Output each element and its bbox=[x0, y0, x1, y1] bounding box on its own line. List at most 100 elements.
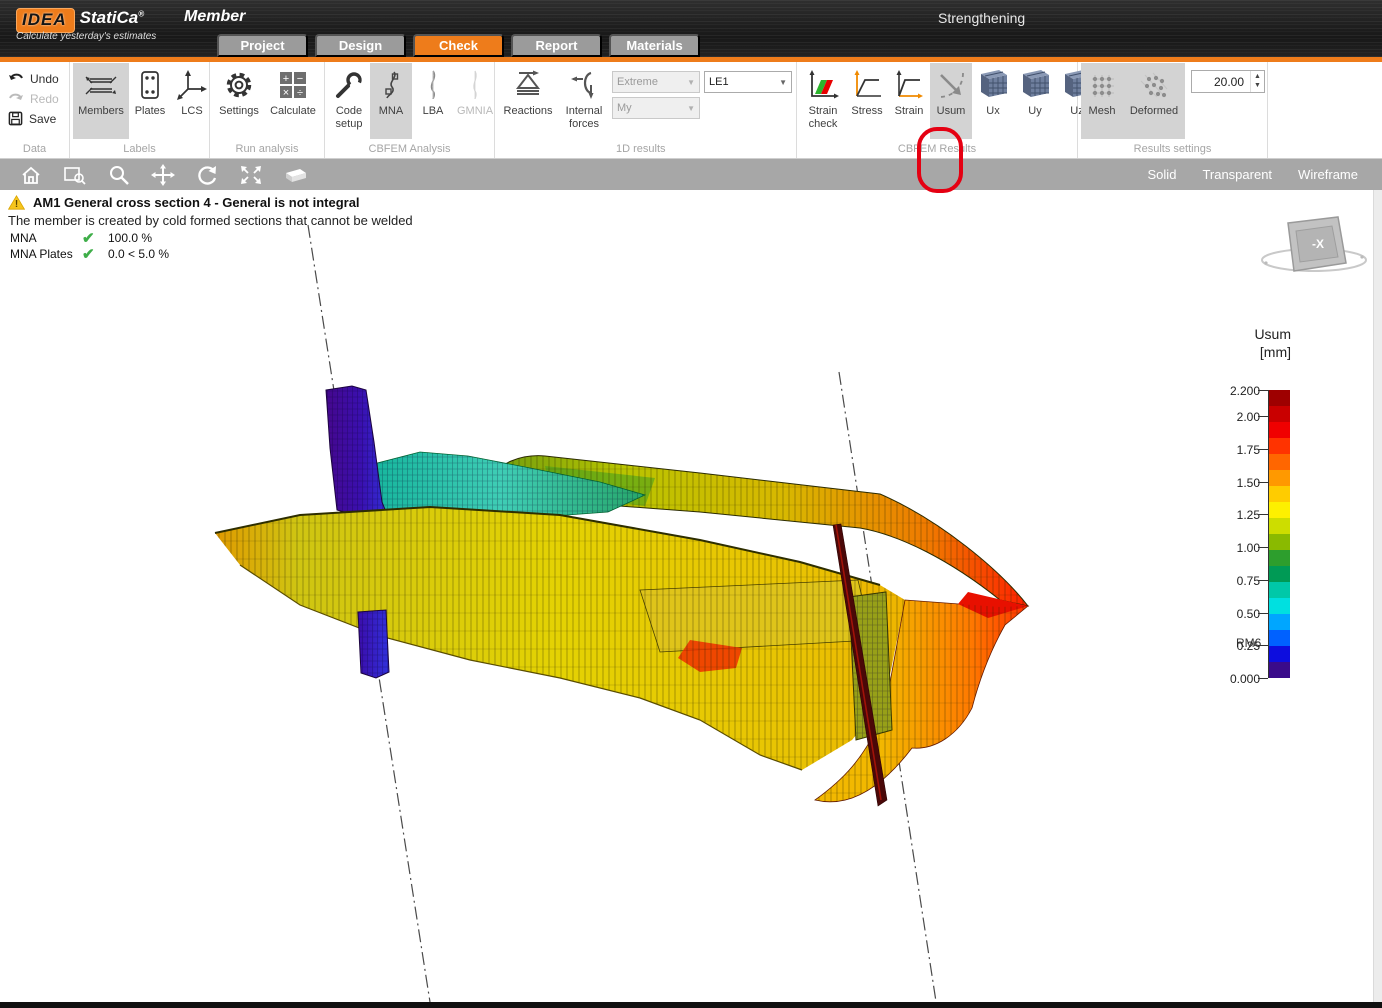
redo-button[interactable]: Redo bbox=[5, 89, 62, 108]
svg-text:×: × bbox=[283, 87, 289, 99]
scale-tick-mark bbox=[1258, 645, 1268, 646]
uy-button[interactable]: Uy bbox=[1014, 63, 1056, 139]
group-label-run-analysis: Run analysis bbox=[213, 142, 321, 158]
scale-color-segment bbox=[1269, 486, 1290, 502]
chevron-down-icon: ▼ bbox=[687, 78, 695, 87]
mesh-button[interactable]: Mesh bbox=[1081, 63, 1123, 139]
scale-tick-mark bbox=[1258, 613, 1268, 614]
my-dropdown[interactable]: My▼ bbox=[612, 97, 700, 119]
save-icon bbox=[8, 111, 23, 126]
stepper-up-icon[interactable]: ▲ bbox=[1254, 73, 1261, 81]
scale-color-segment bbox=[1269, 662, 1290, 678]
tab-design[interactable]: Design bbox=[315, 34, 406, 57]
scale-color-segment bbox=[1269, 470, 1290, 486]
internal-forces-button[interactable]: Internal forces bbox=[558, 63, 610, 139]
undo-button[interactable]: Undo bbox=[5, 69, 62, 88]
zoom-fit-button[interactable] bbox=[234, 162, 268, 188]
chevron-down-icon: ▼ bbox=[687, 104, 695, 113]
scale-color-segment bbox=[1269, 566, 1290, 582]
group-label-data: Data bbox=[3, 142, 66, 158]
calculate-icon: +−×÷ bbox=[278, 65, 308, 105]
lcs-button[interactable]: LCS bbox=[171, 63, 213, 139]
pan-button[interactable] bbox=[146, 162, 180, 188]
strain-icon bbox=[894, 65, 924, 105]
result-value: 0.0 < 5.0 % bbox=[108, 247, 169, 261]
tab-project[interactable]: Project bbox=[217, 34, 308, 57]
home-view-button[interactable] bbox=[14, 162, 48, 188]
stepper-down-icon[interactable]: ▼ bbox=[1254, 82, 1261, 90]
gmnia-icon bbox=[468, 65, 482, 105]
group-label-cbfem-analysis: CBFEM Analysis bbox=[328, 142, 491, 158]
plates-button[interactable]: Plates bbox=[129, 63, 171, 139]
stress-button[interactable]: Stress bbox=[846, 63, 888, 139]
load-case-dropdown[interactable]: LE1▼ bbox=[704, 71, 792, 93]
uy-label: Uy bbox=[1028, 105, 1041, 118]
save-label: Save bbox=[29, 112, 56, 126]
strain-button[interactable]: Strain bbox=[888, 63, 930, 139]
usum-icon bbox=[935, 65, 967, 105]
render-mode-solid[interactable]: Solid bbox=[1148, 167, 1177, 182]
project-name: Strengthening bbox=[938, 10, 1025, 26]
tab-check[interactable]: Check bbox=[413, 34, 504, 57]
calculate-button[interactable]: +−×÷ Calculate bbox=[265, 63, 321, 139]
fem-model-3d-view[interactable] bbox=[0, 190, 1382, 1002]
lba-button[interactable]: LBA bbox=[412, 63, 454, 139]
scale-color-segment bbox=[1269, 646, 1290, 662]
scale-color-segment bbox=[1269, 630, 1290, 646]
svg-text:÷: ÷ bbox=[297, 87, 303, 99]
deformed-scale-stepper[interactable]: 20.00 ▲▼ bbox=[1191, 70, 1265, 93]
wrench-icon bbox=[334, 65, 364, 105]
mesh-label: Mesh bbox=[1089, 105, 1116, 118]
group-label-labels: Labels bbox=[73, 142, 206, 158]
scale-color-segment bbox=[1269, 438, 1290, 454]
extreme-dropdown[interactable]: Extreme▼ bbox=[612, 71, 700, 93]
code-setup-button[interactable]: Code setup bbox=[328, 63, 370, 139]
internal-forces-label: Internal forces bbox=[562, 105, 606, 130]
members-button[interactable]: Members bbox=[73, 63, 129, 139]
reactions-button[interactable]: Reactions bbox=[498, 63, 558, 139]
settings-button[interactable]: Settings bbox=[213, 63, 265, 139]
app-logo: IDEA StatiCa® bbox=[16, 8, 144, 33]
members-icon bbox=[83, 65, 119, 105]
cube-face-label: -X bbox=[1312, 237, 1324, 251]
lcs-icon bbox=[176, 65, 208, 105]
scale-color-segment bbox=[1269, 502, 1290, 518]
scale-color-segment bbox=[1269, 582, 1290, 598]
render-mode-wireframe[interactable]: Wireframe bbox=[1298, 167, 1358, 182]
scale-color-segment bbox=[1269, 422, 1290, 438]
scale-color-segment bbox=[1269, 454, 1290, 470]
gmnia-button[interactable]: GMNIA bbox=[454, 63, 496, 139]
mna-button[interactable]: MNA bbox=[370, 63, 412, 139]
group-label-1d-results: 1D results bbox=[498, 142, 793, 158]
section-box-button[interactable] bbox=[278, 162, 312, 188]
scale-tick-mark bbox=[1258, 547, 1268, 548]
zoom-window-button[interactable] bbox=[58, 162, 92, 188]
ribbon-group-1d-results: Reactions Internal forces Extreme▼ My▼ L… bbox=[495, 62, 797, 158]
deformed-scale-value: 20.00 bbox=[1192, 75, 1250, 89]
render-mode-transparent[interactable]: Transparent bbox=[1202, 167, 1272, 182]
rotate-button[interactable] bbox=[190, 162, 224, 188]
scale-color-segment bbox=[1269, 406, 1290, 422]
tab-materials[interactable]: Materials bbox=[609, 34, 700, 57]
ribbon-group-run-analysis: Settings +−×÷ Calculate Run analysis bbox=[210, 62, 325, 158]
tab-report[interactable]: Report bbox=[511, 34, 602, 57]
group-label-cbfem-results: CBFEM Results bbox=[800, 142, 1074, 158]
deformed-button[interactable]: Deformed bbox=[1123, 63, 1185, 139]
ux-button[interactable]: Ux bbox=[972, 63, 1014, 139]
scale-tick-label: 1.00 bbox=[1237, 541, 1260, 555]
result-name: MNA Plates bbox=[10, 247, 82, 261]
scale-color-segment bbox=[1269, 598, 1290, 614]
zoom-button[interactable] bbox=[102, 162, 136, 188]
result-row-mna-plates: MNA Plates ✔ 0.0 < 5.0 % bbox=[10, 246, 169, 262]
chevron-down-icon: ▼ bbox=[779, 78, 787, 87]
mesh-stiffener-fin-top bbox=[326, 386, 386, 516]
navigation-cube[interactable]: -X bbox=[1252, 205, 1377, 295]
vertical-scrollbar[interactable] bbox=[1373, 190, 1382, 1002]
ribbon-group-labels: Members Plates LCS Labels bbox=[70, 62, 210, 158]
usum-button[interactable]: Usum bbox=[930, 63, 972, 139]
scale-color-segment bbox=[1269, 518, 1290, 534]
strain-check-button[interactable]: Strain check bbox=[800, 63, 846, 139]
mna-icon bbox=[379, 65, 403, 105]
save-button[interactable]: Save bbox=[5, 109, 62, 128]
ribbon-group-data: Undo Redo Save Data bbox=[0, 62, 70, 158]
